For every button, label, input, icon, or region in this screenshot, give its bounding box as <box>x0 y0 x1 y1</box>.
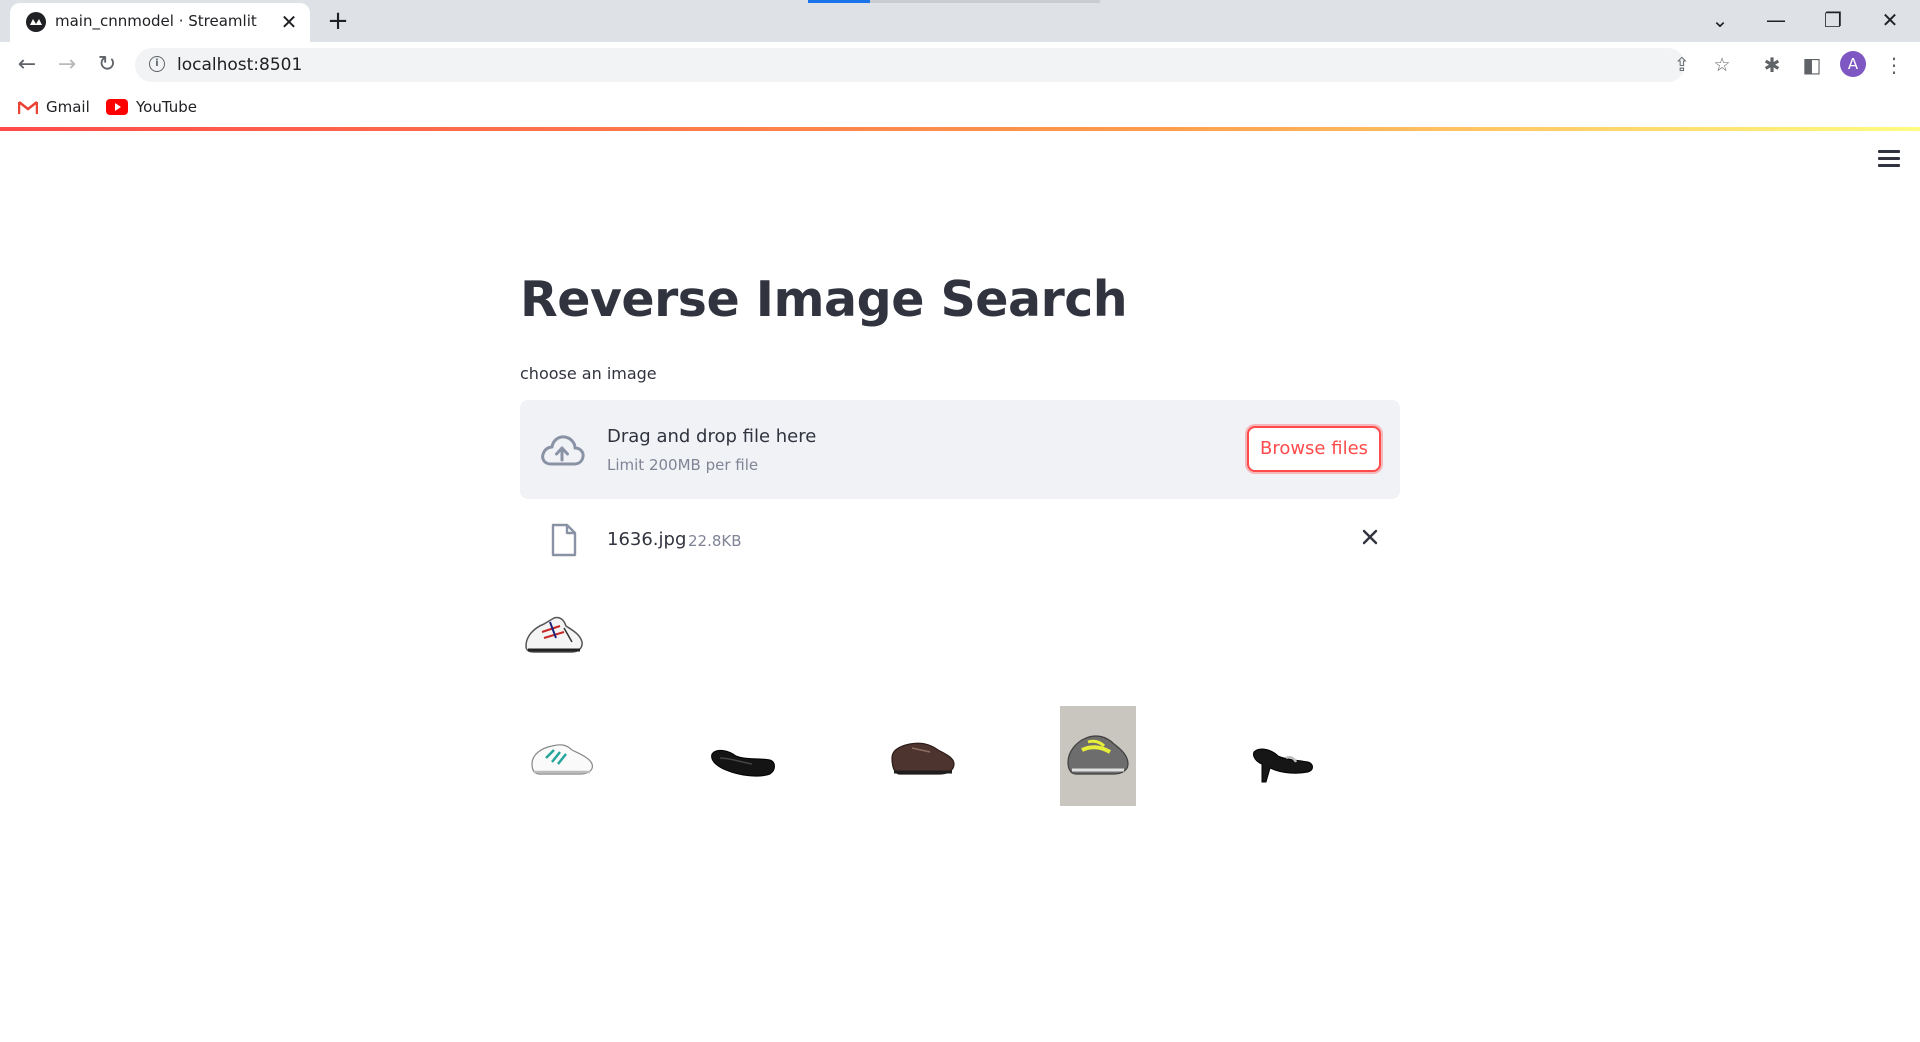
profile-avatar[interactable]: A <box>1840 51 1866 77</box>
tab-title: main_cnnmodel · Streamlit <box>55 12 257 30</box>
dropzone-size-limit: Limit 200MB per file <box>607 456 759 474</box>
dropzone-instructions: Drag and drop file here <box>607 426 817 447</box>
tab-strip-indicator-secondary <box>870 0 1100 3</box>
uploaded-file-name: 1636.jpg <box>607 529 687 550</box>
tab-close-icon[interactable]: ✕ <box>278 11 300 33</box>
window-close-icon[interactable]: ✕ <box>1870 5 1910 35</box>
grey-yellow-running-shoe-image <box>1060 706 1136 806</box>
youtube-icon <box>106 99 128 115</box>
streamlit-favicon-icon <box>26 12 46 32</box>
reload-icon[interactable]: ↻ <box>92 50 122 80</box>
page-title: Reverse Image Search <box>520 271 1128 328</box>
remove-file-close-icon[interactable] <box>1356 523 1384 551</box>
side-panel-icon[interactable]: ◧ <box>1798 51 1826 79</box>
bookmarks-bar: Gmail YouTube <box>0 87 1920 127</box>
white-teal-sneaker-image <box>531 744 593 775</box>
address-url[interactable]: localhost:8501 <box>177 55 302 75</box>
main-menu-hamburger-icon[interactable] <box>1878 150 1900 168</box>
streamlit-header-decoration <box>0 127 1920 131</box>
browser-titlebar: main_cnnmodel · Streamlit ✕ + ⌄ — ❐ ✕ <box>0 0 1920 42</box>
file-dropzone[interactable]: Drag and drop file here Limit 200MB per … <box>520 400 1400 499</box>
black-flat-shoe-image <box>711 749 775 777</box>
tab-search-chevron-icon[interactable]: ⌄ <box>1700 5 1740 35</box>
browser-toolbar: ← → ↻ i localhost:8501 ⇪ ☆ ✱ ◧ A ⋮ <box>0 42 1920 87</box>
back-arrow-icon[interactable]: ← <box>12 50 42 80</box>
uploaded-file-row: 1636.jpg 22.8KB <box>520 511 1400 571</box>
uploaded-file-size: 22.8KB <box>688 532 742 550</box>
forward-arrow-icon[interactable]: → <box>52 50 82 80</box>
browse-files-button[interactable]: Browse files <box>1247 426 1381 472</box>
new-tab-icon[interactable]: + <box>325 8 351 34</box>
browser-tab-active[interactable]: main_cnnmodel · Streamlit ✕ <box>10 3 310 42</box>
site-info-icon[interactable]: i <box>149 56 165 72</box>
bookmark-gmail-label: Gmail <box>46 98 90 116</box>
cloud-upload-icon <box>541 435 585 466</box>
browser-menu-kebab-icon[interactable]: ⋮ <box>1880 51 1908 79</box>
bookmark-youtube-label: YouTube <box>136 98 197 116</box>
bookmark-gmail[interactable]: Gmail <box>18 96 90 118</box>
extensions-puzzle-icon[interactable]: ✱ <box>1758 51 1786 79</box>
share-icon[interactable]: ⇪ <box>1671 54 1693 76</box>
address-bar[interactable]: i localhost:8501 ⇪ ☆ <box>135 48 1731 82</box>
bookmark-youtube[interactable]: YouTube <box>106 96 197 118</box>
brown-casual-shoe-image <box>891 742 955 775</box>
bookmark-star-icon[interactable]: ☆ <box>1711 54 1733 76</box>
gmail-icon <box>18 100 38 114</box>
black-heel-shoe-image <box>1253 748 1313 783</box>
tab-strip-indicator <box>808 0 870 3</box>
restore-icon[interactable]: ❐ <box>1813 5 1853 35</box>
white-sneaker-image <box>525 616 583 653</box>
minimize-icon[interactable]: — <box>1756 5 1796 35</box>
file-icon <box>551 523 577 557</box>
uploader-label: choose an image <box>520 364 657 383</box>
